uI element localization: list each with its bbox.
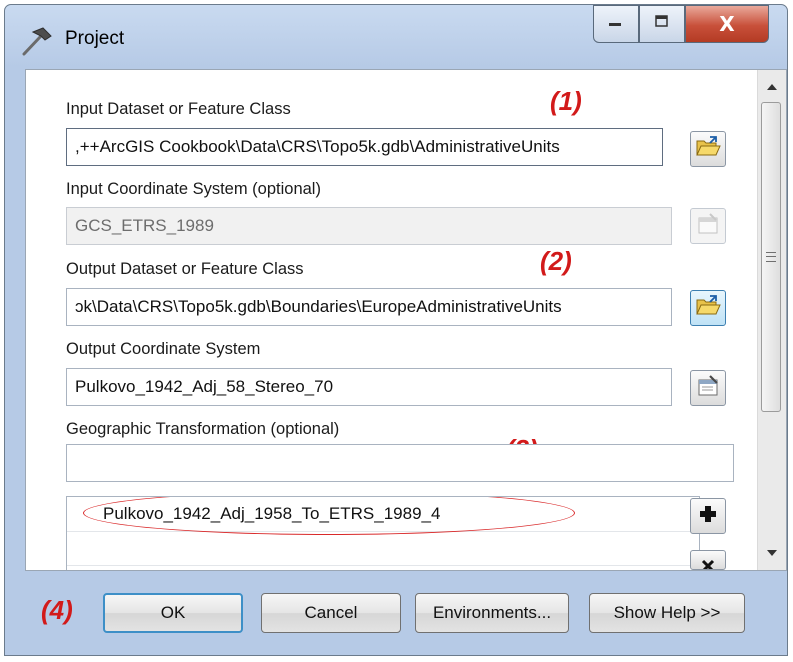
cancel-button[interactable]: Cancel (261, 593, 401, 633)
close-button[interactable]: X (685, 5, 769, 43)
window-title: Project (65, 28, 125, 49)
spatial-reference-icon (696, 374, 720, 403)
annotation-2: (2) (540, 246, 572, 276)
spatial-reference-icon (696, 212, 720, 241)
output-crs-properties-button[interactable] (690, 370, 726, 406)
annotation-1: (1) (550, 86, 582, 116)
output-dataset-label: Output Dataset or Feature Class (66, 260, 304, 278)
plus-icon (698, 504, 718, 529)
input-dataset-label: Input Dataset or Feature Class (66, 100, 291, 118)
input-crs-label: Input Coordinate System (optional) (66, 180, 321, 198)
minimize-button[interactable] (593, 5, 639, 43)
grip-icon (766, 252, 776, 262)
vertical-scrollbar[interactable] (757, 70, 786, 570)
window-controls: X (593, 5, 769, 45)
maximize-icon (654, 14, 670, 34)
list-item-empty (67, 531, 699, 566)
up-arrow-icon[interactable] (758, 74, 786, 100)
output-dataset-field[interactable]: ɔk\Data\CRS\Topo5k.gdb\Boundaries\Europe… (66, 288, 672, 326)
output-crs-field[interactable]: Pulkovo_1942_Adj_58_Stereo_70 (66, 368, 672, 406)
maximize-button[interactable] (639, 5, 685, 43)
geo-transform-list[interactable]: Pulkovo_1942_Adj_1958_To_ETRS_1989_4 (66, 496, 700, 570)
close-icon: X (719, 12, 735, 36)
list-item[interactable]: Pulkovo_1942_Adj_1958_To_ETRS_1989_4 (67, 497, 699, 535)
geo-transform-label: Geographic Transformation (optional) (66, 420, 340, 438)
folder-open-icon (695, 135, 721, 163)
folder-open-icon (695, 294, 721, 322)
geo-transform-dropdown[interactable] (66, 444, 734, 482)
show-help-button[interactable]: Show Help >> (589, 593, 745, 633)
input-dataset-browse-button[interactable] (690, 131, 726, 167)
remove-transformation-button[interactable] (690, 550, 726, 570)
input-dataset-field[interactable]: ,++ArcGIS Cookbook\Data\CRS\Topo5k.gdb\A… (66, 128, 663, 166)
list-item-label: Pulkovo_1942_Adj_1958_To_ETRS_1989_4 (103, 504, 441, 523)
project-dialog: Project X Input Dataset or Feature Class… (4, 4, 788, 656)
x-icon (698, 551, 718, 570)
minimize-icon (608, 15, 624, 33)
down-arrow-icon[interactable] (758, 540, 786, 566)
input-crs-properties-button (690, 208, 726, 244)
ok-button[interactable]: OK (103, 593, 243, 633)
input-crs-field: GCS_ETRS_1989 (66, 207, 672, 245)
hammer-icon (19, 26, 55, 56)
add-transformation-button[interactable] (690, 498, 726, 534)
output-crs-label: Output Coordinate System (66, 340, 261, 358)
title-bar: Project X (5, 5, 787, 67)
output-dataset-browse-button[interactable] (690, 290, 726, 326)
dialog-content: Input Dataset or Feature Class (1) ,++Ar… (25, 69, 787, 571)
annotation-4: (4) (41, 595, 73, 625)
scrollbar-thumb[interactable] (761, 102, 781, 412)
environments-button[interactable]: Environments... (415, 593, 569, 633)
